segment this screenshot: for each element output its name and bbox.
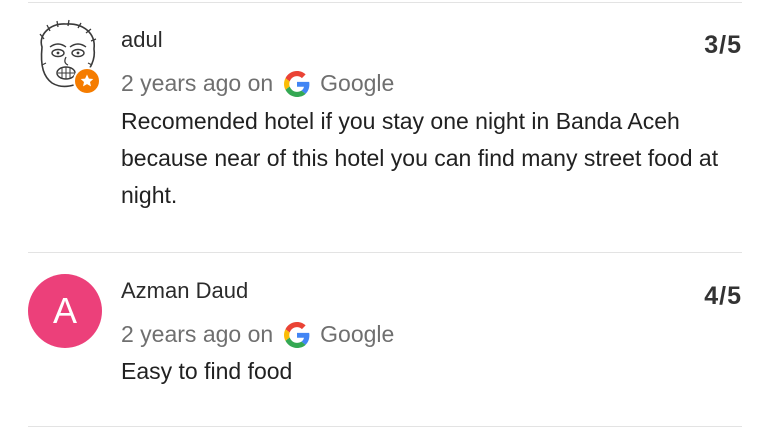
local-guide-star-icon — [73, 67, 101, 95]
reviewer-name[interactable]: adul — [121, 27, 163, 53]
avatar-letter: A — [52, 290, 77, 331]
review-text: Easy to find food — [121, 358, 293, 384]
google-g-icon — [284, 70, 310, 97]
review-item[interactable]: adul 3/5 2 years ago on Google Recomende… — [0, 0, 770, 252]
review-time: 2 years ago on — [121, 321, 274, 347]
google-g-icon — [284, 321, 310, 348]
reviewer-avatar[interactable]: A — [28, 274, 102, 348]
review-divider — [28, 426, 742, 427]
review-time: 2 years ago on — [121, 70, 274, 96]
review-item[interactable]: A Azman Daud 4/5 2 years ago on Google E… — [0, 253, 770, 426]
review-meta: 2 years ago on Google — [121, 70, 394, 97]
review-meta: 2 years ago on Google — [121, 321, 394, 348]
review-rating: 3/5 — [704, 31, 742, 59]
review-source: Google — [320, 70, 395, 96]
review-rating: 4/5 — [704, 282, 742, 310]
review-text: Recomended hotel if you stay one night i… — [121, 108, 719, 208]
reviewer-name[interactable]: Azman Daud — [121, 278, 248, 304]
review-source: Google — [320, 321, 395, 347]
